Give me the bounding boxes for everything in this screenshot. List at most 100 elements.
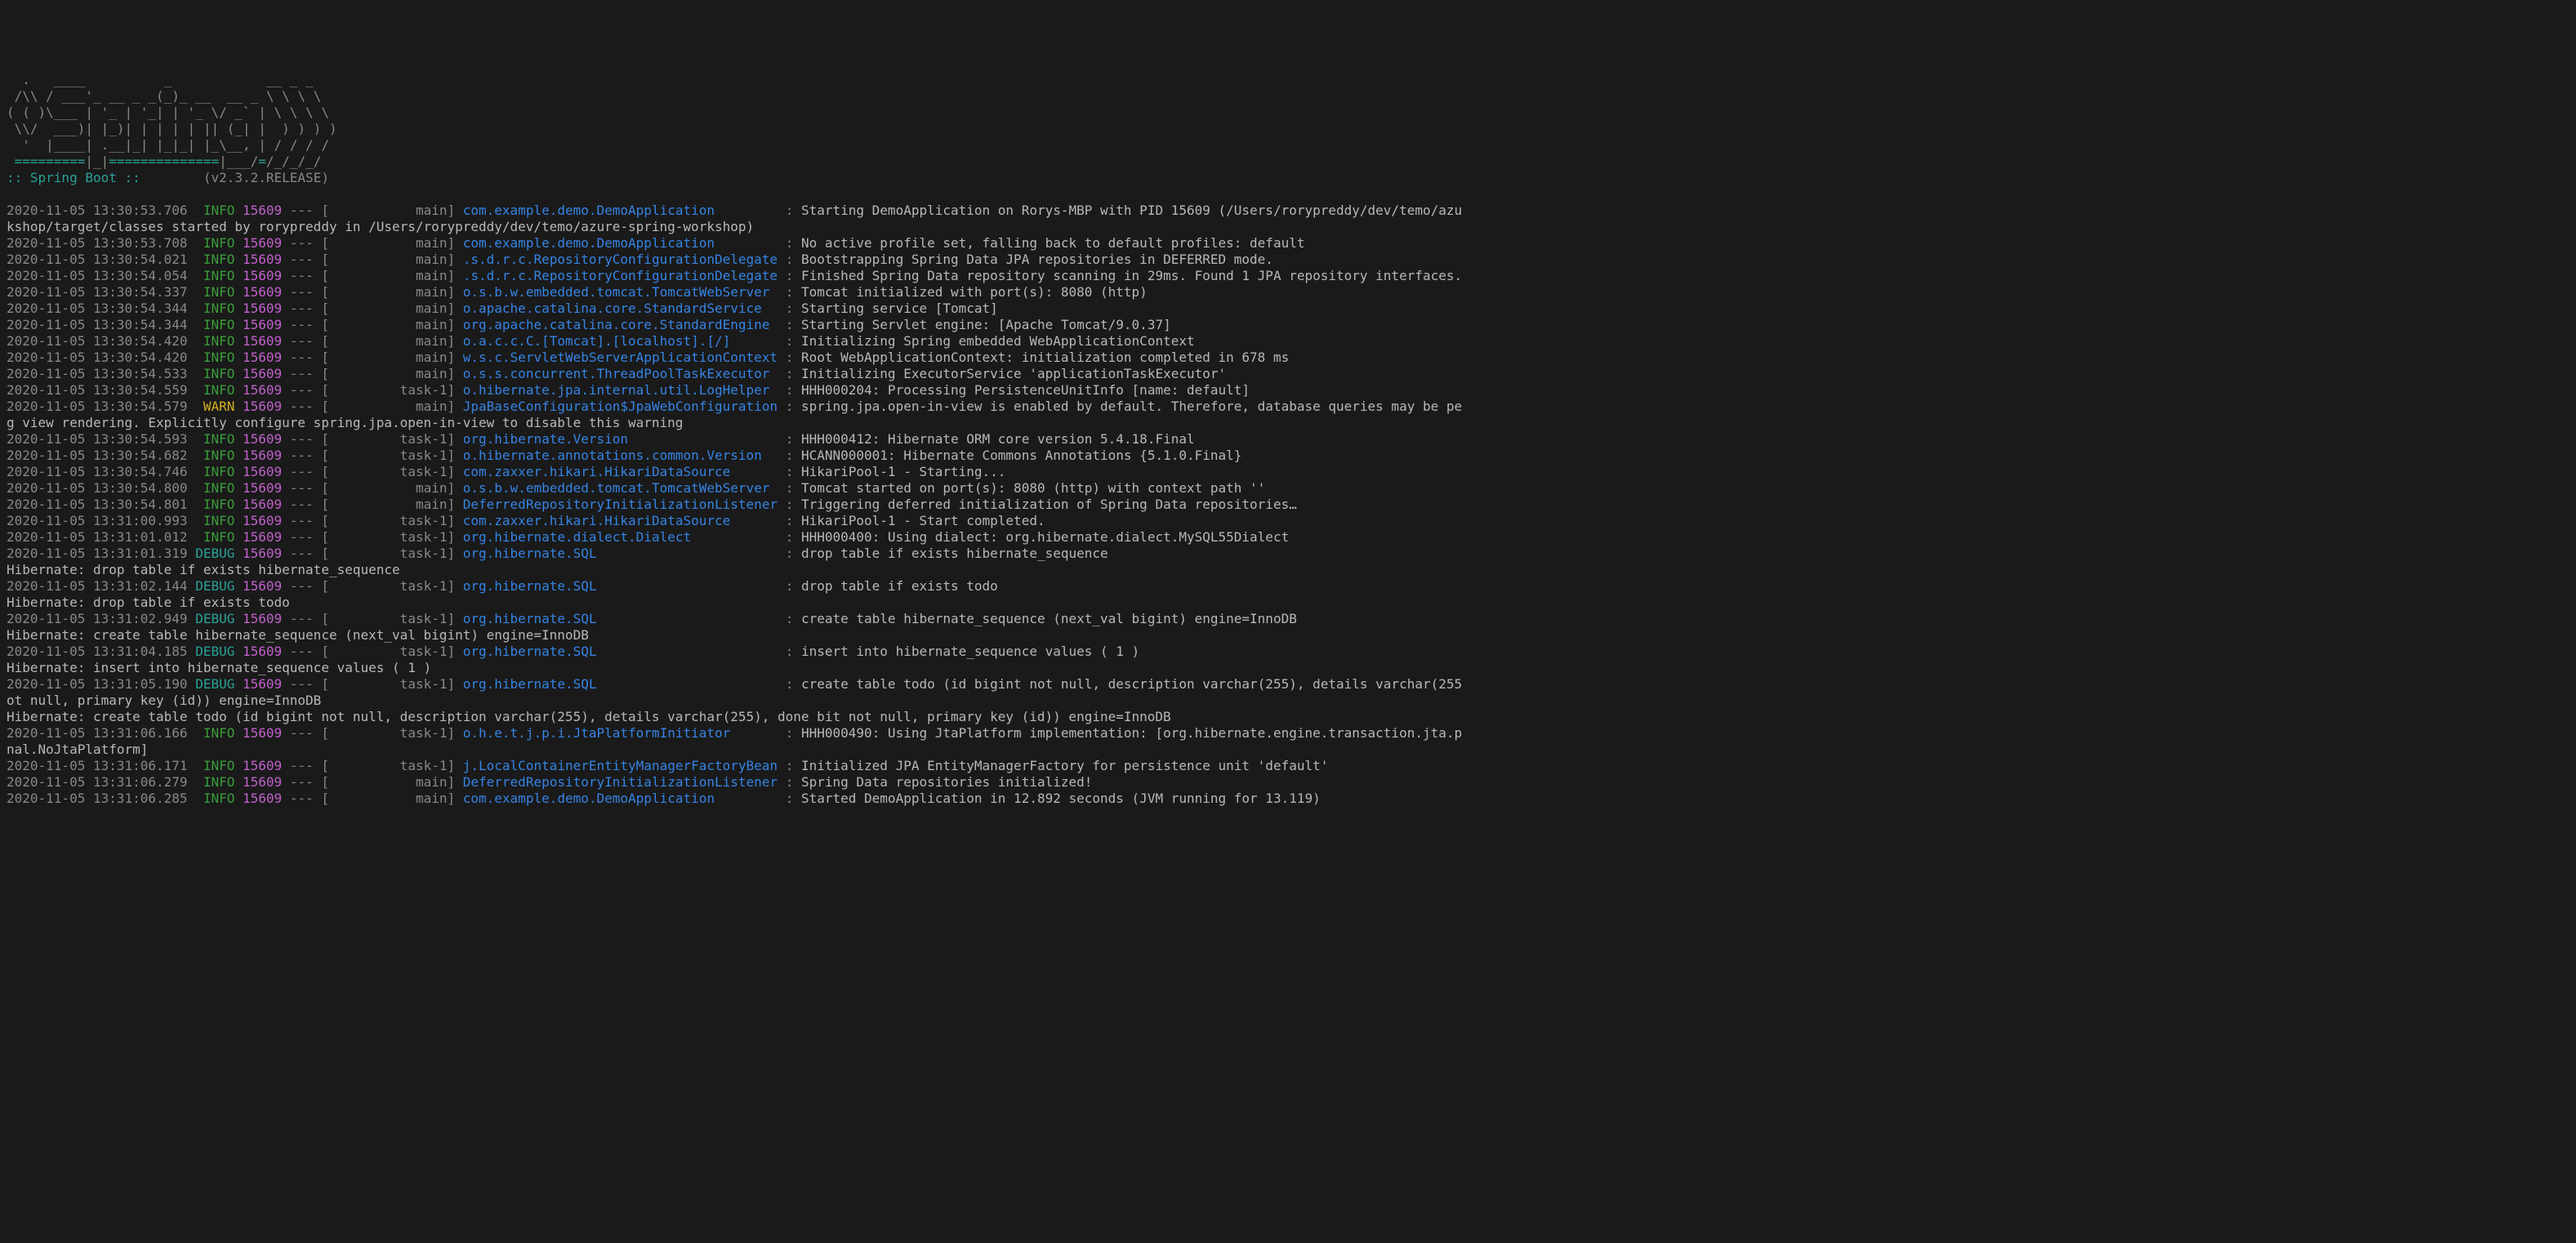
log-timestamp: 2020-11-05 13:30:54.420 [7,350,188,365]
log-pid: 15609 [243,284,282,300]
log-line: 2020-11-05 13:30:53.708 INFO 15609 --- [… [7,235,2569,252]
log-timestamp: 2020-11-05 13:31:02.949 [7,611,188,626]
log-pid: 15609 [243,644,282,659]
log-message: Initializing Spring embedded WebApplicat… [801,333,1195,349]
log-pid: 15609 [243,546,282,561]
log-message: Bootstrapping Spring Data JPA repositori… [801,252,1273,267]
log-level: INFO [195,791,234,806]
log-timestamp: 2020-11-05 13:30:54.420 [7,333,188,349]
log-logger: com.example.demo.DemoApplication [463,203,778,218]
log-logger: w.s.c.ServletWebServerApplicationContext [463,350,778,365]
log-thread: --- [ main] [282,350,463,365]
log-level: INFO [195,350,234,365]
log-level: INFO [195,366,234,381]
log-message: HHH000204: Processing PersistenceUnitInf… [801,382,1250,398]
log-message: Tomcat started on port(s): 8080 (http) w… [801,480,1265,496]
log-line: 2020-11-05 13:30:54.054 INFO 15609 --- [… [7,268,2569,284]
log-message: Spring Data repositories initialized! [801,774,1092,790]
log-level: INFO [195,203,234,218]
log-message: insert into hibernate_sequence values ( … [801,644,1139,659]
log-level: INFO [195,252,234,267]
log-timestamp: 2020-11-05 13:31:06.279 [7,774,188,790]
log-pid: 15609 [243,448,282,463]
log-logger: org.hibernate.SQL [463,676,778,692]
log-pid: 15609 [243,203,282,218]
log-timestamp: 2020-11-05 13:30:54.344 [7,317,188,332]
log-continuation: Hibernate: drop table if exists hibernat… [7,562,2569,578]
log-line: 2020-11-05 13:30:54.420 INFO 15609 --- [… [7,333,2569,350]
log-continuation: g view rendering. Explicitly configure s… [7,415,2569,431]
log-pid: 15609 [243,431,282,447]
log-thread: --- [ main] [282,774,463,790]
log-line: 2020-11-05 13:30:54.337 INFO 15609 --- [… [7,284,2569,301]
log-pid: 15609 [243,235,282,251]
terminal-output[interactable]: . ____ _ __ _ _ /\\ / ___'_ __ _ _(_)_ _… [7,72,2569,807]
log-timestamp: 2020-11-05 13:31:06.171 [7,758,188,773]
log-level: DEBUG [195,644,234,659]
log-thread: --- [ main] [282,480,463,496]
log-line: 2020-11-05 13:31:04.185 DEBUG 15609 --- … [7,644,2569,660]
log-timestamp: 2020-11-05 13:30:54.021 [7,252,188,267]
log-logger: DeferredRepositoryInitializationListener [463,774,778,790]
log-timestamp: 2020-11-05 13:31:06.285 [7,791,188,806]
log-level: INFO [195,382,234,398]
log-level: INFO [195,725,234,741]
log-pid: 15609 [243,301,282,316]
log-timestamp: 2020-11-05 13:30:54.054 [7,268,188,283]
log-timestamp: 2020-11-05 13:31:00.993 [7,513,188,528]
log-logger: org.hibernate.dialect.Dialect [463,529,778,545]
log-level: INFO [195,497,234,512]
log-message: Starting DemoApplication on Rorys-MBP wi… [801,203,1462,218]
log-pid: 15609 [243,382,282,398]
log-message: Root WebApplicationContext: initializati… [801,350,1289,365]
log-pid: 15609 [243,791,282,806]
log-thread: --- [ task-1] [282,529,463,545]
spring-banner-separator: ========= [7,154,85,169]
log-line: 2020-11-05 13:31:06.285 INFO 15609 --- [… [7,791,2569,807]
log-logger: org.hibernate.SQL [463,546,778,561]
log-thread: --- [ main] [282,268,463,283]
log-pid: 15609 [243,725,282,741]
log-level: INFO [195,774,234,790]
log-level: INFO [195,758,234,773]
log-thread: --- [ main] [282,317,463,332]
log-line: 2020-11-05 13:31:00.993 INFO 15609 --- [… [7,513,2569,529]
log-logger: o.s.b.w.embedded.tomcat.TomcatWebServer [463,284,778,300]
log-pid: 15609 [243,611,282,626]
log-pid: 15609 [243,252,282,267]
log-logger: org.hibernate.Version [463,431,778,447]
log-pid: 15609 [243,676,282,692]
log-line: 2020-11-05 13:30:54.682 INFO 15609 --- [… [7,448,2569,464]
log-message: HHH000400: Using dialect: org.hibernate.… [801,529,1289,545]
log-logger: com.example.demo.DemoApplication [463,235,778,251]
log-message: Triggering deferred initialization of Sp… [801,497,1297,512]
log-line: 2020-11-05 13:31:06.171 INFO 15609 --- [… [7,758,2569,774]
log-message: Starting service [Tomcat] [801,301,998,316]
log-pid: 15609 [243,578,282,594]
log-thread: --- [ main] [282,252,463,267]
log-logger: org.hibernate.SQL [463,611,778,626]
log-line: 2020-11-05 13:30:54.746 INFO 15609 --- [… [7,464,2569,480]
log-logger: org.hibernate.SQL [463,578,778,594]
log-timestamp: 2020-11-05 13:30:54.533 [7,366,188,381]
log-thread: --- [ main] [282,333,463,349]
log-level: INFO [195,529,234,545]
log-timestamp: 2020-11-05 13:30:54.344 [7,301,188,316]
log-logger: .s.d.r.c.RepositoryConfigurationDelegate [463,268,778,283]
log-logger: com.zaxxer.hikari.HikariDataSource [463,464,778,479]
spring-boot-label: :: Spring Boot :: [7,170,140,185]
log-thread: --- [ task-1] [282,676,463,692]
log-continuation: ot null, primary key (id)) engine=InnoDB [7,693,2569,709]
log-message: Finished Spring Data repository scanning… [801,268,1462,283]
log-pid: 15609 [243,366,282,381]
log-continuation: Hibernate: insert into hibernate_sequenc… [7,660,2569,676]
log-level: INFO [195,431,234,447]
log-message: HikariPool-1 - Start completed. [801,513,1045,528]
log-timestamp: 2020-11-05 13:30:54.746 [7,464,188,479]
log-timestamp: 2020-11-05 13:31:06.166 [7,725,188,741]
log-message: Initializing ExecutorService 'applicatio… [801,366,1226,381]
log-thread: --- [ task-1] [282,546,463,561]
log-logger: o.s.s.concurrent.ThreadPoolTaskExecutor [463,366,778,381]
log-message: Starting Servlet engine: [Apache Tomcat/… [801,317,1171,332]
log-line: 2020-11-05 13:30:54.344 INFO 15609 --- [… [7,301,2569,317]
